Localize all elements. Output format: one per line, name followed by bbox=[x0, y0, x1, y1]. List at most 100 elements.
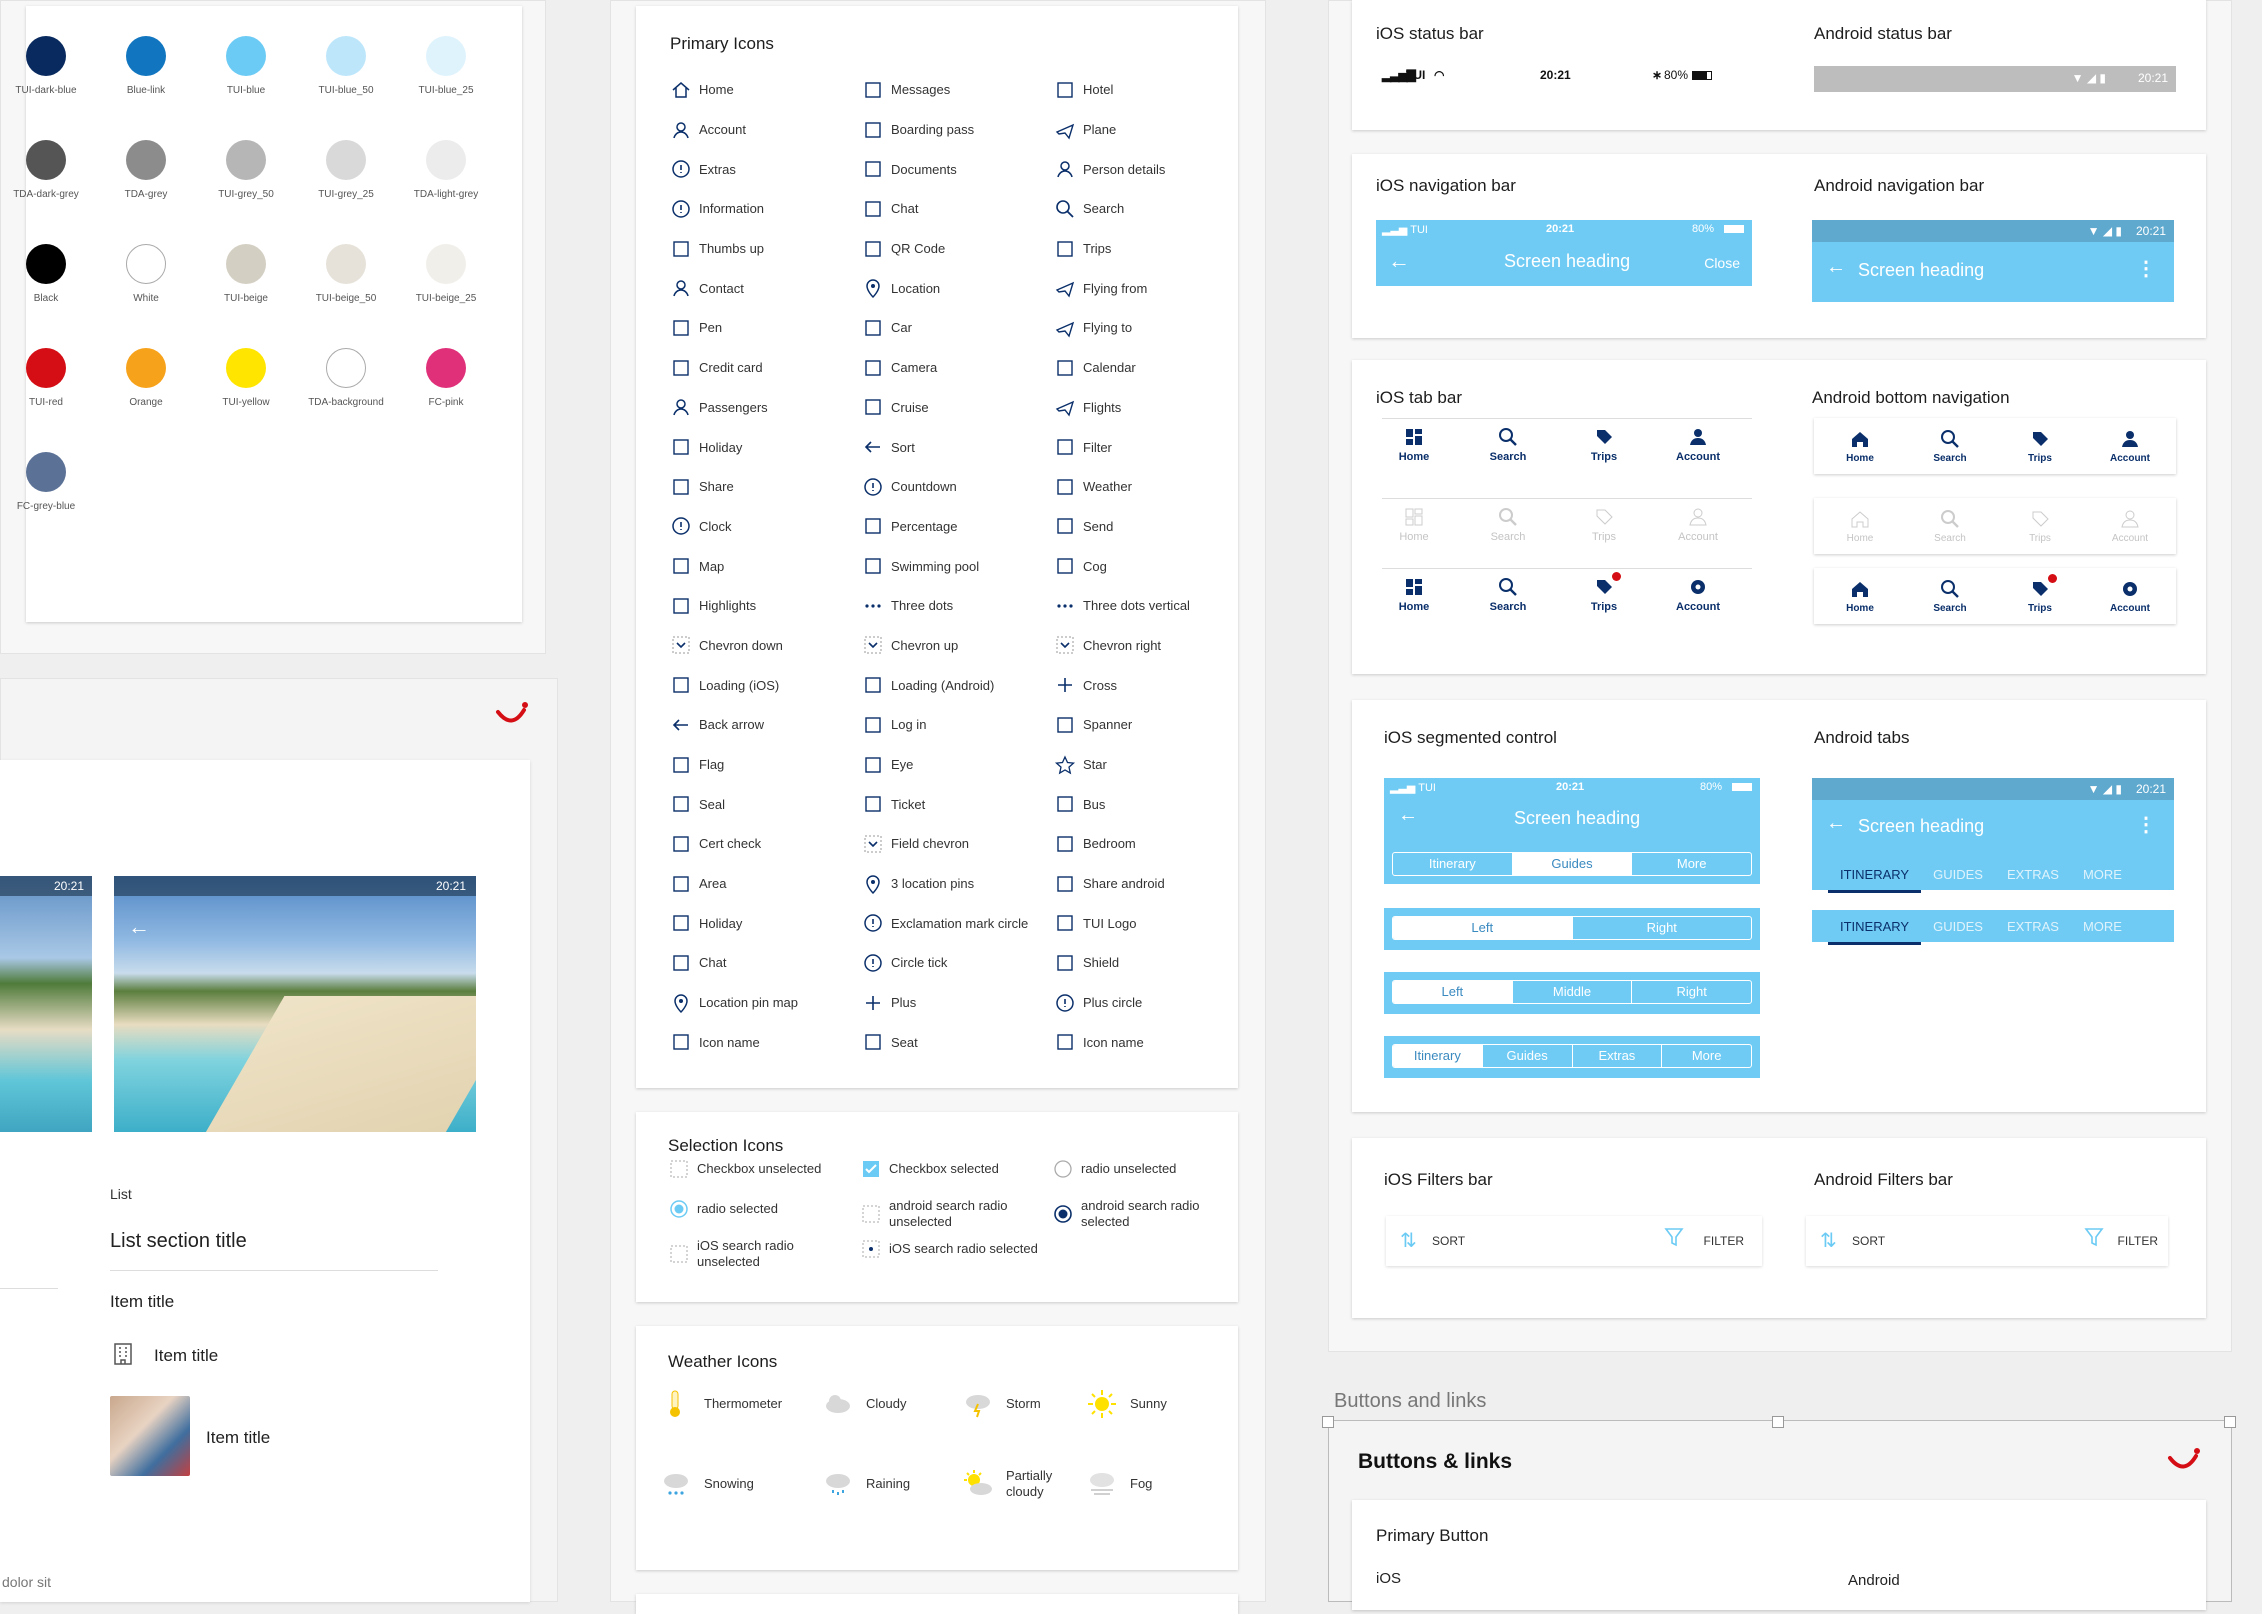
tab-trips[interactable]: Trips bbox=[1574, 506, 1634, 543]
tab-search[interactable]: Search bbox=[1478, 426, 1538, 463]
tab-guides[interactable]: GUIDES bbox=[1921, 912, 1995, 945]
filter-button[interactable]: FILTER bbox=[1704, 1234, 1744, 1248]
list-item[interactable]: Item title bbox=[206, 1428, 270, 1448]
icon-name-icon bbox=[670, 1031, 692, 1053]
hotel-icon bbox=[112, 1342, 134, 1366]
location-pin-map-icon bbox=[670, 992, 692, 1014]
tab-trips[interactable]: Trips bbox=[2010, 508, 2070, 544]
color-swatch: FC-grey-blue bbox=[0, 452, 98, 512]
tui-logo-icon bbox=[1054, 912, 1076, 934]
tab-more[interactable]: MORE bbox=[2071, 912, 2134, 945]
segment-itinerary[interactable]: Itinerary bbox=[1393, 1045, 1483, 1067]
segment-guides[interactable]: Guides bbox=[1483, 1045, 1573, 1067]
android-search-radio-selected-icon[interactable] bbox=[1052, 1203, 1074, 1225]
tab-trips[interactable]: Trips bbox=[1574, 572, 1634, 613]
cross-icon bbox=[1054, 674, 1076, 696]
tab-account[interactable]: Account bbox=[2100, 578, 2160, 614]
loading-android-icon bbox=[862, 674, 884, 696]
back-arrow-icon[interactable]: ← bbox=[1826, 812, 1846, 835]
tab-search[interactable]: Search bbox=[1478, 576, 1538, 613]
contact-icon bbox=[670, 277, 692, 299]
back-arrow-icon[interactable]: ← bbox=[1826, 256, 1846, 279]
filter-button[interactable]: FILTER bbox=[2118, 1234, 2158, 1248]
tab-account[interactable]: Account bbox=[1668, 576, 1728, 613]
section-title: Android Filters bar bbox=[1814, 1170, 1953, 1189]
tab-home[interactable]: Home bbox=[1830, 578, 1890, 614]
tab-search[interactable]: Search bbox=[1920, 578, 1980, 614]
icon-row: Plus bbox=[862, 983, 1052, 1023]
back-arrow-icon[interactable]: ← bbox=[128, 914, 150, 940]
color-swatch: TUI-yellow bbox=[194, 348, 298, 408]
color-dot bbox=[226, 140, 266, 180]
tab-account[interactable]: Account bbox=[1668, 506, 1728, 543]
status-time: 20:21 bbox=[435, 879, 466, 893]
list-item[interactable]: Item title bbox=[154, 1346, 218, 1366]
radio-unselected-icon[interactable] bbox=[1052, 1158, 1074, 1180]
tab-trips[interactable]: Trips bbox=[2010, 574, 2070, 614]
segment-left[interactable]: Left bbox=[1393, 917, 1573, 939]
segment-guides[interactable]: Guides bbox=[1512, 853, 1633, 875]
selection-item: Checkbox unselected bbox=[668, 1158, 864, 1180]
home-icon bbox=[1849, 508, 1871, 530]
tab-guides[interactable]: GUIDES bbox=[1921, 860, 1995, 893]
sort-button[interactable]: SORT bbox=[1432, 1234, 1465, 1248]
selection-handle[interactable] bbox=[1772, 1416, 1784, 1428]
icon-row: Icon name bbox=[670, 1023, 860, 1063]
checkbox-selected-icon[interactable] bbox=[860, 1158, 882, 1180]
back-arrow-icon[interactable]: ← bbox=[1388, 248, 1410, 274]
tab-account[interactable]: Account bbox=[2100, 428, 2160, 464]
segment-middle[interactable]: Middle bbox=[1513, 981, 1633, 1003]
selection-handle[interactable] bbox=[2224, 1416, 2236, 1428]
ios-search-radio-selected-icon[interactable] bbox=[860, 1238, 882, 1260]
segment-extras[interactable]: Extras bbox=[1573, 1045, 1663, 1067]
account-icon bbox=[2119, 428, 2141, 450]
tab-bar-card: iOS tab bar Android bottom navigation Ho… bbox=[1352, 360, 2206, 674]
tab-extras[interactable]: EXTRAS bbox=[1995, 860, 2071, 893]
list-item[interactable]: Item title bbox=[110, 1292, 174, 1312]
three-dots-vertical-icon[interactable]: ⋮ bbox=[2136, 256, 2156, 281]
android-search-radio-unselected-icon[interactable] bbox=[860, 1203, 882, 1225]
tab-account[interactable]: Account bbox=[1668, 426, 1728, 463]
tab-search[interactable]: Search bbox=[1478, 506, 1538, 543]
checkbox-unselected-icon[interactable] bbox=[668, 1158, 690, 1180]
tab-search[interactable]: Search bbox=[1920, 428, 1980, 464]
selection-handle[interactable] bbox=[1322, 1416, 1334, 1428]
icon-label: Filter bbox=[1083, 439, 1112, 455]
segment-right[interactable]: Right bbox=[1573, 917, 1752, 939]
icon-row: Seat bbox=[862, 1023, 1052, 1063]
tab-itinerary[interactable]: ITINERARY bbox=[1828, 912, 1922, 945]
icon-row: Bus bbox=[1054, 784, 1244, 824]
tab-home[interactable]: Home bbox=[1384, 426, 1444, 463]
tab-home[interactable]: Home bbox=[1384, 506, 1444, 543]
tab-trips[interactable]: Trips bbox=[2010, 428, 2070, 464]
icon-label: Messages bbox=[891, 82, 951, 98]
segment-left[interactable]: Left bbox=[1393, 981, 1513, 1003]
tab-home[interactable]: Home bbox=[1830, 508, 1890, 544]
selection-item: android search radio selected bbox=[1052, 1198, 1248, 1230]
tab-itinerary[interactable]: ITINERARY bbox=[1828, 860, 1922, 893]
segment-right[interactable]: Right bbox=[1632, 981, 1751, 1003]
tab-trips[interactable]: Trips bbox=[1574, 426, 1634, 463]
tab-account[interactable]: Account bbox=[2100, 508, 2160, 544]
icon-row: 3 location pins bbox=[862, 864, 1052, 904]
segment-more[interactable]: More bbox=[1662, 1045, 1751, 1067]
color-swatch: White bbox=[94, 244, 198, 304]
tab-home[interactable]: Home bbox=[1384, 576, 1444, 613]
tab-label: Search bbox=[1933, 453, 1967, 464]
tab-search[interactable]: Search bbox=[1920, 508, 1980, 544]
tab-extras[interactable]: EXTRAS bbox=[1995, 912, 2071, 945]
radio-selected-icon[interactable] bbox=[668, 1198, 690, 1220]
segment-more[interactable]: More bbox=[1632, 853, 1751, 875]
back-arrow-icon[interactable]: ← bbox=[1398, 804, 1418, 827]
icon-label: Loading (iOS) bbox=[699, 677, 780, 693]
tab-home[interactable]: Home bbox=[1830, 428, 1890, 464]
close-button[interactable]: Close bbox=[1704, 255, 1740, 271]
icon-row: Holiday bbox=[670, 427, 860, 467]
three-dots-vertical-icon[interactable]: ⋮ bbox=[2136, 812, 2156, 837]
ios-search-radio-unselected-icon[interactable] bbox=[668, 1243, 690, 1265]
tab-more[interactable]: MORE bbox=[2071, 860, 2134, 893]
segment-itinerary[interactable]: Itinerary bbox=[1393, 853, 1513, 875]
snowing-icon bbox=[660, 1468, 692, 1500]
selection-item: radio unselected bbox=[1052, 1158, 1248, 1180]
sort-button[interactable]: SORT bbox=[1852, 1234, 1885, 1248]
